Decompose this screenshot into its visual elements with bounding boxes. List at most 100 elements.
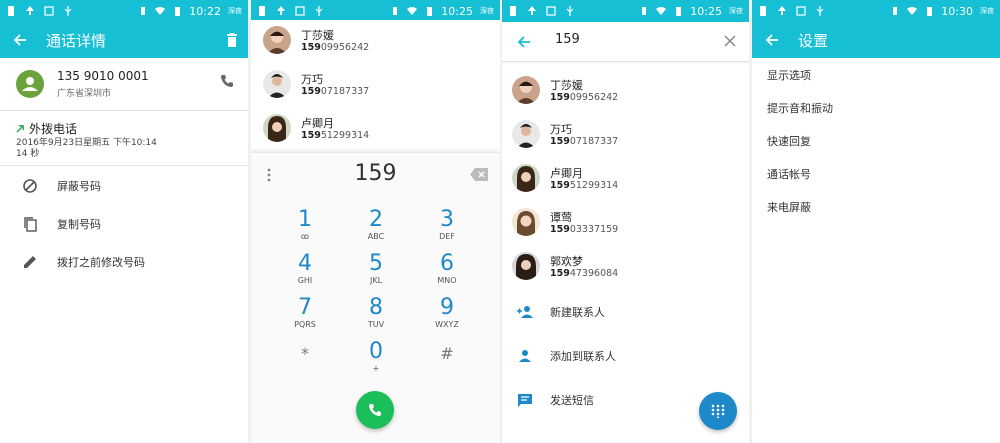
sim-icon bbox=[510, 6, 516, 16]
copy-icon bbox=[24, 217, 37, 232]
contact-name: 万巧 bbox=[550, 123, 572, 136]
key-0[interactable]: 0 + bbox=[346, 340, 406, 384]
copy-number-action[interactable]: 复制号码 bbox=[0, 207, 248, 241]
settings-item-display[interactable]: 显示选项 bbox=[767, 67, 811, 83]
status-bar: 10:22 深夜 bbox=[0, 0, 248, 22]
action-label: 复制号码 bbox=[57, 218, 101, 231]
dialpad-icon bbox=[711, 404, 725, 418]
contact-phone: 15951299314 bbox=[301, 130, 370, 141]
notification-icon bbox=[44, 6, 54, 16]
sim-icon bbox=[259, 6, 265, 16]
dialpad-button[interactable] bbox=[699, 392, 737, 430]
list-item[interactable]: 卢卿月 15951299314 bbox=[502, 158, 749, 202]
voicemail-icon: ꝏ bbox=[300, 232, 310, 241]
list-item[interactable]: 谭莺 15903337159 bbox=[502, 202, 749, 246]
settings-item-accounts[interactable]: 通话帐号 bbox=[767, 166, 811, 182]
wifi-icon bbox=[656, 7, 667, 15]
contact-phone: 15951299314 bbox=[550, 180, 619, 191]
backspace-icon[interactable] bbox=[470, 168, 488, 181]
edit-icon bbox=[24, 256, 36, 268]
key-8[interactable]: 8 TUV bbox=[346, 296, 406, 340]
list-item[interactable]: 卢卿月 15951299314 bbox=[251, 108, 500, 152]
key-2[interactable]: 2 ABC bbox=[346, 208, 406, 252]
key-6[interactable]: 6 MNO bbox=[417, 252, 477, 296]
call-duration: 14 秒 bbox=[16, 149, 40, 159]
settings-item-call-blocking[interactable]: 来电屏蔽 bbox=[767, 199, 811, 215]
upload-icon bbox=[26, 6, 34, 15]
key-hash[interactable]: # bbox=[417, 342, 477, 386]
person-icon bbox=[519, 350, 531, 362]
usb-icon bbox=[315, 6, 323, 16]
avatar bbox=[263, 26, 291, 54]
back-arrow-icon[interactable] bbox=[12, 32, 28, 48]
contact-name: 卢卿月 bbox=[301, 117, 334, 130]
battery-icon bbox=[175, 7, 181, 16]
contact-phone: 15907187337 bbox=[550, 136, 619, 147]
search-results-screen: 10:25 深夜 159 丁莎媛 15909956242 万巧 15907187… bbox=[502, 0, 749, 443]
settings-item-quick-reply[interactable]: 快速回复 bbox=[767, 133, 811, 149]
contact-phone: 15947396084 bbox=[550, 268, 619, 279]
back-arrow-icon[interactable] bbox=[516, 34, 532, 50]
action-label: 拨打之前修改号码 bbox=[57, 256, 145, 269]
contact-name: 丁莎媛 bbox=[550, 79, 583, 92]
dial-input[interactable]: 159 bbox=[251, 152, 500, 196]
dialed-digits: 159 bbox=[354, 161, 397, 186]
list-item[interactable]: 丁莎媛 15909956242 bbox=[251, 20, 500, 64]
vibrate-icon bbox=[141, 7, 146, 15]
list-item[interactable]: 郭欢梦 15947396084 bbox=[502, 246, 749, 290]
person-icon bbox=[22, 77, 38, 91]
wifi-icon bbox=[155, 7, 166, 15]
status-time: 10:25 bbox=[441, 4, 473, 18]
contact-name: 郭欢梦 bbox=[550, 255, 583, 268]
action-label: 添加到联系人 bbox=[550, 350, 616, 363]
key-star[interactable]: * bbox=[275, 342, 335, 386]
search-input[interactable]: 159 bbox=[555, 32, 580, 47]
delete-icon[interactable] bbox=[224, 32, 240, 48]
sim-icon bbox=[8, 6, 14, 16]
battery-icon bbox=[927, 7, 933, 16]
outgoing-call-icon bbox=[16, 125, 24, 133]
app-bar: 设置 bbox=[752, 22, 1000, 58]
avatar bbox=[263, 70, 291, 98]
settings-item-sounds[interactable]: 提示音和振动 bbox=[767, 100, 833, 116]
list-item[interactable]: 万巧 15907187337 bbox=[502, 114, 749, 158]
avatar bbox=[512, 252, 540, 280]
divider bbox=[0, 110, 248, 111]
avatar bbox=[263, 114, 291, 142]
add-to-contact-action[interactable]: 添加到联系人 bbox=[502, 334, 749, 378]
status-bar: 10:25 深夜 bbox=[502, 0, 749, 22]
action-label: 屏蔽号码 bbox=[57, 180, 101, 193]
contact-name: 丁莎媛 bbox=[301, 29, 334, 42]
create-contact-action[interactable]: 新建联系人 bbox=[502, 290, 749, 334]
phone-icon[interactable] bbox=[220, 74, 234, 88]
avatar bbox=[512, 164, 540, 192]
key-9[interactable]: 9 WXYZ bbox=[417, 296, 477, 340]
wifi-icon bbox=[907, 7, 918, 15]
key-1[interactable]: 1ꝏ bbox=[275, 208, 335, 252]
wifi-icon bbox=[407, 7, 418, 15]
usb-icon bbox=[566, 6, 574, 16]
notification-icon bbox=[546, 6, 556, 16]
back-arrow-icon[interactable] bbox=[764, 32, 780, 48]
call-button[interactable] bbox=[356, 391, 394, 429]
close-icon[interactable] bbox=[723, 34, 737, 48]
list-item[interactable]: 万巧 15907187337 bbox=[251, 64, 500, 108]
sim-icon bbox=[760, 6, 766, 16]
key-4[interactable]: 4 GHI bbox=[275, 252, 335, 296]
contact-name: 万巧 bbox=[301, 73, 323, 86]
block-number-action[interactable]: 屏蔽号码 bbox=[0, 169, 248, 203]
add-contact-icon bbox=[517, 306, 533, 318]
block-icon bbox=[23, 179, 37, 193]
list-item[interactable]: 丁莎媛 15909956242 bbox=[502, 70, 749, 114]
key-7[interactable]: 7 PQRS bbox=[275, 296, 335, 340]
status-tag: 深夜 bbox=[228, 7, 242, 15]
notification-icon bbox=[295, 6, 305, 16]
phone-icon bbox=[369, 404, 381, 416]
edit-before-call-action[interactable]: 拨打之前修改号码 bbox=[0, 245, 248, 279]
upload-icon bbox=[277, 6, 285, 15]
key-3[interactable]: 3 DEF bbox=[417, 208, 477, 252]
upload-icon bbox=[528, 6, 536, 15]
status-time: 10:22 bbox=[189, 4, 221, 18]
avatar bbox=[512, 120, 540, 148]
key-5[interactable]: 5 JKL bbox=[346, 252, 406, 296]
